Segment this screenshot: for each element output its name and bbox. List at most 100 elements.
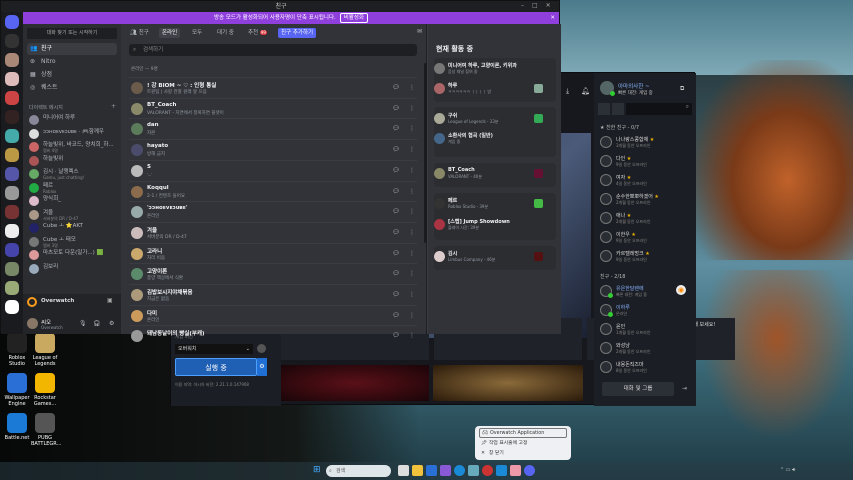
server-icon[interactable] [5, 186, 19, 200]
friend-item[interactable]: 이하루 온라인 [600, 302, 692, 320]
favorite-friend[interactable]: 다인 ★ 9일 동안 오프라인 [600, 153, 692, 171]
friend-item[interactable]: 윤인 1개월 동안 오프라인 [600, 321, 692, 339]
app-icon[interactable] [440, 465, 451, 476]
desktop-icon[interactable]: Rockstar Games... [31, 373, 59, 407]
friend-row[interactable]: Koqqul 2-1 / 컨텐츠 들어요 💬︎ ⋮ [129, 180, 417, 201]
friend-row[interactable]: 김밥보시지야채볶음 지금은 없음 💬︎ ⋮ [129, 284, 417, 304]
more-icon[interactable]: ⋮ [407, 207, 417, 217]
favorite-friend[interactable]: 이한우 ★ 9일 동안 오프라인 [600, 229, 692, 247]
context-menu-item[interactable]: ✕ 창 닫기 [479, 449, 567, 459]
friend-row[interactable]: ! 강 BIOM ~ ♡ : 인형 통실 트윈팁 | 사랑 관찰 원래 앞 으음 💬… [129, 77, 417, 97]
message-icon[interactable]: 💬︎ [391, 228, 401, 238]
context-menu-item[interactable]: 📌︎ 작업 표시줄에 고정 [479, 439, 567, 449]
sidebar-item[interactable]: ⊛ Nitro [27, 56, 117, 68]
disable-button[interactable]: 비활성화 [339, 13, 369, 23]
activity-item[interactable]: [스텝] Jump Showdown 플레이 시간: 39분 [434, 216, 546, 236]
friend-search-input[interactable]: ⌕ [626, 103, 692, 115]
activity-game[interactable]: Overwatch [41, 298, 74, 304]
friend-row[interactable]: hayato 방해 금지 💬︎ ⋮ [129, 139, 417, 159]
activity-item[interactable]: 미니어여 하루, 고양이론, 키위과 음성 채널 참여 중 [434, 60, 546, 80]
friend-row[interactable]: 고라니 자리 비움 💬︎ ⋮ [129, 242, 417, 263]
add-friend-icon[interactable] [598, 103, 610, 115]
message-icon[interactable]: 💬︎ [391, 124, 401, 134]
taskbar-search[interactable]: ⌕ 검색 [326, 465, 391, 477]
version-select[interactable]: 오버워치 ⌄ [175, 344, 253, 354]
desktop-icon[interactable]: League of Legends [31, 333, 59, 367]
dm-item[interactable]: ɔɔʜᴏᴇᴠᴇɔᴜʙᴇ · 🎮함께우 [27, 128, 119, 141]
store-icon[interactable] [426, 465, 437, 476]
friend-item[interactable]: 와성냥 2개월 동안 오프라인 [600, 340, 692, 358]
friend-row[interactable]: 다미 온라인 💬︎ ⋮ [129, 304, 417, 325]
bell-icon[interactable]: 🔔︎ [581, 87, 590, 95]
news-image[interactable] [281, 365, 429, 401]
more-icon[interactable]: ⋮ [407, 187, 417, 197]
screen-share-icon[interactable]: ▣ [107, 297, 113, 304]
favorite-friend[interactable]: 순수한뽀뽀하겠어 ★ 2개월 동안 오프라인 [600, 191, 692, 209]
sidebar-item[interactable]: ▦ 상점 [27, 69, 117, 81]
collapse-icon[interactable]: ⇥ [682, 385, 687, 392]
headphones-icon[interactable]: 🎧︎ [93, 320, 101, 327]
dm-item[interactable]: 김보리 [27, 263, 119, 276]
chat-groups-button[interactable]: 대화 및 그룹 [602, 382, 674, 396]
message-icon[interactable]: 💬︎ [391, 166, 401, 176]
windows-start-icon[interactable]: ⊞ [313, 465, 324, 476]
favorites-header[interactable]: ★ 친한 친구 - 0/7 [600, 124, 639, 131]
friends-header[interactable]: 친구 - 2/18 [600, 273, 625, 280]
friend-row[interactable]: 'ɔɔʜᴏᴇᴠᴇɔᴜʙᴇ' 온라인 💬︎ ⋮ [129, 201, 417, 221]
desktop-icon[interactable]: Roblox Studio [3, 333, 31, 367]
server-icon[interactable] [5, 167, 19, 181]
message-icon[interactable]: 💬︎ [391, 145, 401, 155]
launch-button[interactable]: 실행 중 [175, 358, 257, 376]
server-icon[interactable] [5, 91, 19, 105]
download-icon[interactable]: ⤓ [566, 87, 569, 96]
tab-suggestions[interactable]: 추천 99 [245, 28, 270, 38]
desktop-icon[interactable]: Wallpaper Engine [3, 373, 31, 407]
tab-pending[interactable]: 대기 중 [214, 28, 237, 38]
server-icon[interactable] [5, 281, 19, 295]
more-icon[interactable]: ⋮ [407, 166, 417, 176]
sidebar-item[interactable]: 👥 친구 [27, 43, 117, 55]
sidebar-item[interactable]: ◎ 퀘스트 [27, 82, 117, 94]
activity-item[interactable]: 페르 Roblox Studio - 39분 [434, 195, 546, 215]
dm-item[interactable]: 미니어여 하루 [27, 114, 119, 127]
task-view-icon[interactable] [398, 465, 409, 476]
dm-item[interactable]: 양식희_ [27, 195, 119, 208]
close-icon[interactable]: ✕ [550, 12, 555, 24]
dm-item[interactable]: 겨울 서버분의 DR / D-47 [27, 209, 119, 222]
message-icon[interactable]: 💬︎ [391, 187, 401, 197]
server-icon[interactable] [5, 243, 19, 257]
server-icon[interactable] [5, 53, 19, 67]
find-conversation-button[interactable]: 대화 찾기 또는 시작하기 [27, 28, 117, 39]
edge-icon[interactable] [454, 465, 465, 476]
overwatch-taskbar-icon[interactable] [482, 465, 493, 476]
favorite-friend[interactable]: 여자 ★ 4일 동안 오프라인 [600, 172, 692, 190]
message-icon[interactable]: 💬︎ [391, 331, 401, 341]
file-explorer-icon[interactable] [412, 465, 423, 476]
mail-icon[interactable] [468, 465, 479, 476]
more-icon[interactable]: ⋮ [407, 331, 417, 341]
settings-icon[interactable]: ⚙ [109, 320, 114, 327]
dm-item[interactable]: 마츠모토 다운(일가...) 🟩 [27, 249, 119, 262]
activity-item[interactable]: 구쉬 League of Legends - 33분 [434, 110, 546, 130]
more-icon[interactable]: ⋮ [407, 249, 417, 259]
discord-taskbar-icon[interactable] [524, 465, 535, 476]
activity-item[interactable]: 김시 Limbus Company - 46분 [434, 248, 546, 268]
dm-item[interactable]: 하늘빛위 [27, 155, 119, 168]
manage-friends-icon[interactable] [612, 103, 624, 115]
app-icon[interactable] [510, 465, 521, 476]
dm-item[interactable]: Cube ㅗ ⭐AKT [27, 222, 119, 235]
news-image[interactable] [433, 365, 583, 401]
discord-home-icon[interactable] [5, 15, 19, 29]
friend-item[interactable]: 내몽돈직즈마 8일 동안 오프라인 [600, 359, 692, 377]
friend-row[interactable]: S ·_· 💬︎ ⋮ [129, 159, 417, 180]
message-icon[interactable]: 💬︎ [391, 311, 401, 321]
search-input[interactable]: ⌕ 검색하기 [129, 44, 417, 56]
dm-item[interactable]: 김시 · 날깽렉스 Gamu, just chatting! [27, 168, 119, 181]
add-friend-button[interactable]: 친구 추가하기 [278, 28, 317, 38]
desktop-icon[interactable]: Battle.net [3, 413, 31, 441]
favorite-friend[interactable]: 카르텔레멍크 ★ 9일 동안 오프라인 [600, 248, 692, 266]
message-icon[interactable]: 💬︎ [391, 269, 401, 279]
activity-item[interactable]: 소환사의 협곡 (일반) 게임 중 [434, 130, 546, 150]
popout-icon[interactable]: ⧉ [680, 85, 684, 93]
more-icon[interactable]: ⋮ [407, 290, 417, 300]
